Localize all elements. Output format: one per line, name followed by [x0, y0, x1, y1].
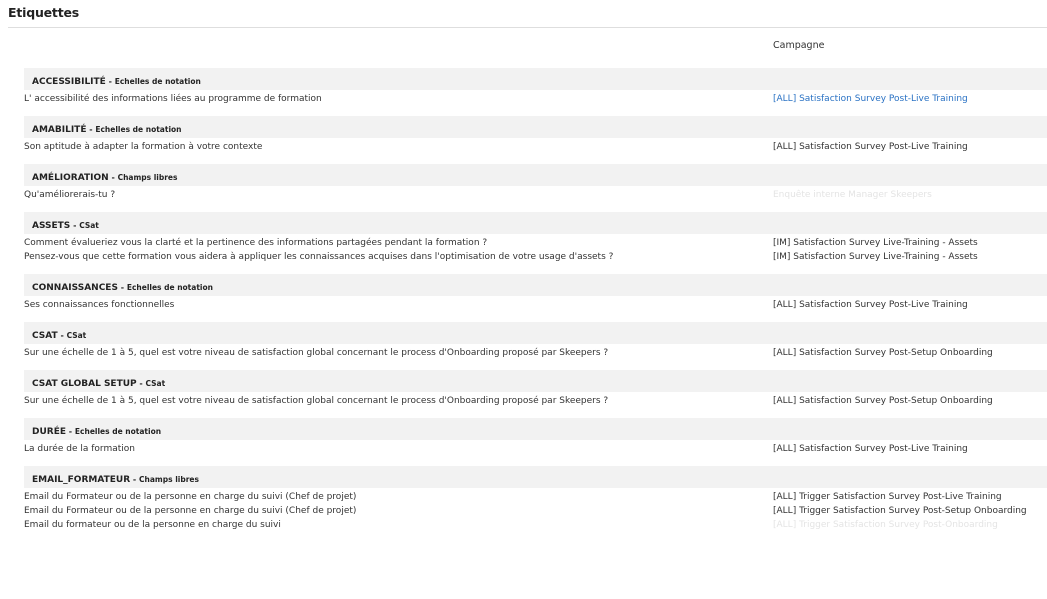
label-group: DURÉE - Echelles de notation La durée de … [24, 418, 1047, 466]
question-text: Son aptitude à adapter la formation à vo… [24, 142, 263, 152]
group-body: Qu'améliorerais-tu ? Enquête interne Mana… [24, 186, 1047, 212]
table-row: Ses connaissances fonctionnelles [ALL] Sa… [24, 298, 1047, 312]
group-body: Sur une échelle de 1 à 5, quel est votre… [24, 392, 1047, 418]
label-group: ACCESSIBILITÉ - Echelles de notation L' a… [24, 68, 1047, 116]
group-header: DURÉE - Echelles de notation [24, 418, 1047, 440]
campaign-name: [ALL] Trigger Satisfaction Survey Post-O… [773, 520, 998, 530]
group-type: CSat [145, 379, 166, 388]
question-text: L' accessibilité des informations liées … [24, 94, 322, 104]
question-text: La durée de la formation [24, 444, 135, 454]
group-name: AMÉLIORATION [32, 173, 109, 183]
campaign-name: [ALL] Satisfaction Survey Post-Setup Onb… [773, 396, 993, 406]
table-row: Comment évalueriez vous la clarté et la … [24, 236, 1047, 250]
label-group: AMÉLIORATION - Champs libres Qu'améliorer… [24, 164, 1047, 212]
group-body: Email du Formateur ou de la personne en … [24, 488, 1047, 542]
table-row: Email du formateur ou de la personne en … [24, 518, 1047, 532]
question-text: Email du Formateur ou de la personne en … [24, 506, 357, 516]
group-name: EMAIL_FORMATEUR [32, 475, 131, 485]
group-name: CSAT [32, 331, 58, 341]
group-body: La durée de la formation [ALL] Satisfacti… [24, 440, 1047, 466]
group-body: L' accessibilité des informations liées … [24, 90, 1047, 116]
table-row: L' accessibilité des informations liées … [24, 92, 1047, 106]
campaign-name: [ALL] Trigger Satisfaction Survey Post-S… [773, 506, 1027, 516]
label-group: EMAIL_FORMATEUR - Champs libres Email du … [24, 466, 1047, 542]
group-separator: - [105, 77, 115, 86]
group-type: Echelles de notation [126, 283, 213, 292]
campaign-link[interactable]: [ALL] Satisfaction Survey Post-Live Trai… [773, 92, 968, 106]
question-text: Email du formateur ou de la personne en … [24, 520, 281, 530]
group-separator: - [108, 173, 118, 182]
group-header: AMÉLIORATION - Champs libres [24, 164, 1047, 186]
label-group: ASSETS - CSat Comment évalueriez vous la … [24, 212, 1047, 274]
group-type: Champs libres [117, 173, 178, 182]
campaign-name: [ALL] Trigger Satisfaction Survey Post-L… [773, 492, 1002, 502]
group-body: Son aptitude à adapter la formation à vo… [24, 138, 1047, 164]
campaign-name: [ALL] Satisfaction Survey Post-Live Trai… [773, 142, 968, 152]
question-text: Sur une échelle de 1 à 5, quel est votre… [24, 348, 609, 358]
labels-table: ACCESSIBILITÉ - Echelles de notation L' a… [24, 68, 1047, 542]
group-type: CSat [79, 221, 99, 230]
question-text: Ses connaissances fonctionnelles [24, 300, 175, 310]
campaign-name: Enquête interne Manager Skeepers [773, 190, 932, 200]
group-separator: - [66, 427, 75, 436]
table-row: Qu'améliorerais-tu ? Enquête interne Mana… [24, 188, 1047, 202]
group-header: ASSETS - CSat [24, 212, 1047, 234]
group-header: ACCESSIBILITÉ - Echelles de notation [24, 68, 1047, 90]
group-header: CSAT GLOBAL SETUP - CSat [24, 370, 1047, 392]
group-type: Champs libres [139, 475, 199, 484]
group-name: ASSETS [32, 221, 71, 231]
table-row: Sur une échelle de 1 à 5, quel est votre… [24, 394, 1047, 408]
label-group: CONNAISSANCES - Echelles de notation Ses … [24, 274, 1047, 322]
campaign-name: [ALL] Satisfaction Survey Post-Live Trai… [773, 300, 968, 310]
group-separator: - [136, 379, 146, 388]
label-group: CSAT GLOBAL SETUP - CSat Sur une échelle … [24, 370, 1047, 418]
question-text: Pensez-vous que cette formation vous aid… [24, 252, 614, 262]
group-header: AMABILITÉ - Echelles de notation [24, 116, 1047, 138]
group-name: DURÉE [32, 427, 67, 437]
table-row: Email du Formateur ou de la personne en … [24, 504, 1047, 518]
group-type: Echelles de notation [114, 77, 201, 86]
campaign-name: [IM] Satisfaction Survey Live-Training -… [773, 252, 978, 262]
group-type: Echelles de notation [95, 125, 182, 134]
question-text: Comment évalueriez vous la clarté et la … [24, 238, 488, 248]
group-body: Comment évalueriez vous la clarté et la … [24, 234, 1047, 274]
group-header: EMAIL_FORMATEUR - Champs libres [24, 466, 1047, 488]
campaign-name: [ALL] Satisfaction Survey Post-Live Trai… [773, 444, 968, 454]
group-type: Echelles de notation [74, 427, 162, 436]
table-row: Email du Formateur ou de la personne en … [24, 490, 1047, 504]
table-row: Pensez-vous que cette formation vous aid… [24, 250, 1047, 264]
page-title: Etiquettes [8, 5, 79, 20]
table-row: La durée de la formation [ALL] Satisfacti… [24, 442, 1047, 456]
table-row: Sur une échelle de 1 à 5, quel est votre… [24, 346, 1047, 360]
question-text: Qu'améliorerais-tu ? [24, 190, 116, 200]
question-text: Email du Formateur ou de la personne en … [24, 492, 357, 502]
group-name: CSAT GLOBAL SETUP [32, 379, 137, 389]
group-header: CONNAISSANCES - Echelles de notation [24, 274, 1047, 296]
campaign-name: [ALL] Satisfaction Survey Post-Setup Onb… [773, 348, 993, 358]
etiquettes-page: Etiquettes Campagne ACCESSIBILITÉ - Eche… [0, 0, 1047, 599]
group-separator: - [117, 283, 127, 292]
group-body: Ses connaissances fonctionnelles [ALL] Sa… [24, 296, 1047, 322]
group-separator: - [70, 221, 80, 230]
title-divider [8, 27, 1047, 28]
table-row: Son aptitude à adapter la formation à vo… [24, 140, 1047, 154]
label-group: CSAT - CSat Sur une échelle de 1 à 5, que… [24, 322, 1047, 370]
question-text: Sur une échelle de 1 à 5, quel est votre… [24, 396, 609, 406]
group-name: CONNAISSANCES [32, 283, 118, 293]
group-name: AMABILITÉ [32, 125, 87, 135]
campaign-column-header: Campagne [773, 40, 825, 51]
group-body: Sur une échelle de 1 à 5, quel est votre… [24, 344, 1047, 370]
group-type: CSat [66, 331, 87, 340]
group-name: ACCESSIBILITÉ [32, 77, 106, 87]
label-group: AMABILITÉ - Echelles de notation Son apti… [24, 116, 1047, 164]
group-header: CSAT - CSat [24, 322, 1047, 344]
group-separator: - [130, 475, 140, 484]
campaign-name: [IM] Satisfaction Survey Live-Training -… [773, 238, 978, 248]
group-separator: - [57, 331, 67, 340]
